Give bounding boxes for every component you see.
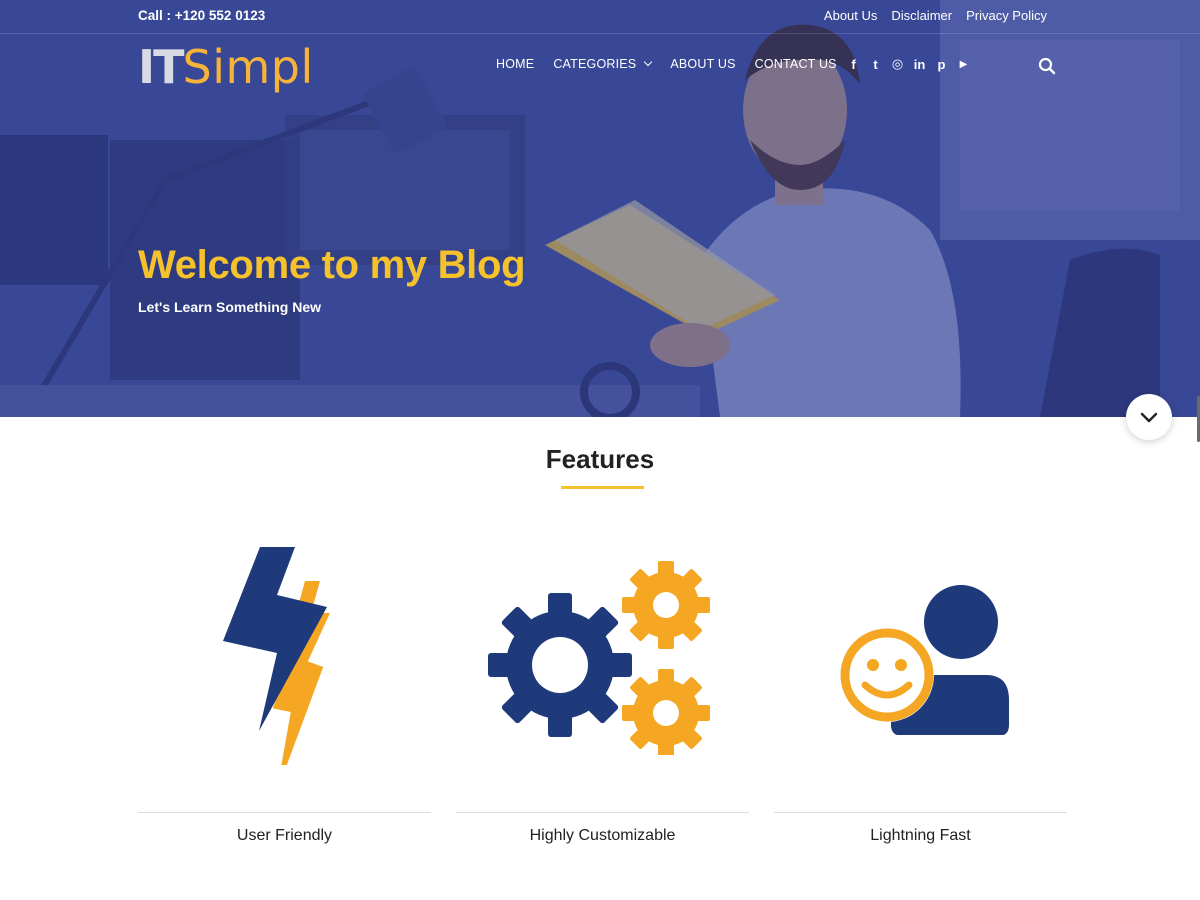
youtube-icon[interactable]: ▶ [957, 59, 970, 70]
hero-banner: Call : +120 552 0123 About Us Disclaimer… [0, 0, 1200, 417]
instagram-icon[interactable]: ◎ [891, 56, 904, 72]
top-bar: Call : +120 552 0123 About Us Disclaimer… [0, 0, 1200, 34]
page-scrollbar[interactable] [1196, 0, 1200, 900]
smiley-user-icon [774, 520, 1067, 780]
top-link-about-us[interactable]: About Us [824, 8, 877, 23]
logo-text-it: IT [138, 40, 184, 94]
site-logo[interactable]: IT Simpl [138, 40, 314, 100]
lightning-bolt-icon [138, 520, 431, 780]
hero-title: Welcome to my Blog [138, 243, 526, 287]
feature-card: Highly Customizable [456, 520, 749, 860]
feature-divider [774, 812, 1067, 813]
phone-number: Call : +120 552 0123 [138, 8, 266, 23]
hero-subtitle: Let's Learn Something New [138, 299, 322, 315]
nav-item-categories[interactable]: CATEGORIES [553, 57, 653, 71]
feature-card: Lightning Fast [774, 520, 1067, 860]
top-links: About Us Disclaimer Privacy Policy [824, 8, 1047, 23]
nav-item-about-us[interactable]: ABOUT US [670, 57, 735, 71]
features-title: Features [545, 444, 655, 474]
chevron-down-icon [1140, 412, 1158, 423]
feature-label: Highly Customizable [529, 827, 676, 844]
top-link-disclaimer[interactable]: Disclaimer [891, 8, 952, 23]
feature-divider [456, 812, 749, 813]
top-link-privacy-policy[interactable]: Privacy Policy [966, 8, 1047, 23]
facebook-icon[interactable]: f [847, 57, 860, 72]
feature-divider [138, 812, 431, 813]
nav-item-label: ABOUT US [670, 57, 736, 71]
nav-item-contact-us[interactable]: CONTACT US [755, 57, 837, 71]
feature-label: Lightning Fast [870, 827, 971, 844]
social-links: f t ◎ in p ▶ [847, 56, 970, 72]
logo-text-simpl: Simpl [182, 40, 314, 94]
feature-label: User Friendly [236, 827, 333, 844]
nav-item-home[interactable]: HOME [496, 57, 534, 71]
scroll-down-button[interactable] [1126, 394, 1172, 440]
main-navigation: HOME CATEGORIES ABOUT US CONTACT US [496, 57, 837, 71]
twitter-icon[interactable]: t [869, 57, 882, 72]
nav-item-label: HOME [496, 57, 535, 71]
nav-item-label: CATEGORIES [553, 57, 637, 71]
search-icon[interactable] [1038, 57, 1056, 75]
nav-item-label: CONTACT US [754, 57, 837, 71]
linkedin-icon[interactable]: in [913, 57, 926, 72]
pinterest-icon[interactable]: p [935, 57, 948, 72]
gears-icon [456, 520, 749, 780]
feature-card: User Friendly [138, 520, 431, 860]
features-title-underline [561, 486, 644, 489]
chevron-down-icon [644, 57, 653, 67]
